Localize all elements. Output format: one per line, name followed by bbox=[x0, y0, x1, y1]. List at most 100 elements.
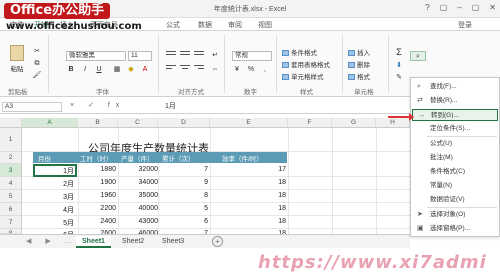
insert-cells-button[interactable]: 插入 bbox=[348, 47, 370, 57]
paste-button[interactable]: 粘贴 bbox=[6, 45, 28, 73]
menu-item-goto-special[interactable]: 定位条件(S)... bbox=[412, 123, 498, 135]
table-cell[interactable]: 3月 bbox=[40, 192, 74, 202]
menu-item-goto[interactable]: → 转到(G)... bbox=[412, 109, 498, 121]
align-right-icon[interactable] bbox=[194, 65, 204, 73]
table-cell[interactable]: 2200 bbox=[82, 205, 116, 212]
row-header[interactable]: 3 bbox=[0, 164, 22, 177]
table-cell[interactable]: 9 bbox=[170, 179, 208, 186]
table-cell[interactable]: 1880 bbox=[82, 166, 116, 173]
sheet-tab[interactable]: Sheet1 bbox=[76, 236, 111, 248]
table-cell[interactable]: 2月 bbox=[40, 179, 74, 189]
table-cell[interactable]: 1900 bbox=[82, 179, 116, 186]
tab-data[interactable]: 数据 bbox=[198, 20, 212, 30]
table-cell[interactable]: 43000 bbox=[120, 218, 158, 225]
row-header[interactable]: 5 bbox=[0, 190, 22, 203]
align-top-icon[interactable] bbox=[166, 51, 176, 59]
italic-button[interactable]: I bbox=[80, 65, 90, 75]
conditional-format-button[interactable]: 条件格式 bbox=[282, 47, 317, 57]
column-header[interactable]: B bbox=[78, 118, 118, 128]
column-header[interactable]: D bbox=[158, 118, 210, 128]
format-cells-button[interactable]: 格式 bbox=[348, 71, 370, 81]
table-cell[interactable]: 35000 bbox=[120, 192, 158, 199]
table-header-cell[interactable]: 效率（件/时） bbox=[222, 153, 263, 163]
table-cell[interactable]: 18 bbox=[240, 218, 286, 225]
close-icon[interactable]: ✕ bbox=[489, 3, 496, 12]
table-cell[interactable]: 18 bbox=[240, 205, 286, 212]
formula-input[interactable]: 1月 bbox=[165, 101, 176, 111]
menu-item-conditional-format[interactable]: 条件格式(C) bbox=[412, 166, 498, 178]
menu-item-comments[interactable]: 批注(M) bbox=[412, 152, 498, 164]
comma-icon[interactable]: , bbox=[260, 65, 270, 75]
sheet-nav-arrows[interactable]: ◀ ▶ … bbox=[26, 237, 78, 245]
font-name-select[interactable]: 微软雅黑 bbox=[66, 51, 126, 61]
column-header[interactable]: C bbox=[118, 118, 158, 128]
menu-item-find[interactable]: ⌕ 查找(F)... bbox=[412, 81, 498, 93]
format-painter-icon[interactable]: 🖌 bbox=[32, 71, 42, 81]
tab-formulas[interactable]: 公式 bbox=[166, 20, 180, 30]
table-cell[interactable]: 4月 bbox=[40, 205, 74, 215]
delete-cells-button[interactable]: 删除 bbox=[348, 59, 370, 69]
table-cell[interactable]: 2400 bbox=[82, 218, 116, 225]
row-header[interactable]: 6 bbox=[0, 203, 22, 216]
font-size-select[interactable]: 11 bbox=[128, 51, 152, 61]
find-select-button[interactable]: ⌕ bbox=[410, 51, 426, 61]
tab-view[interactable]: 视图 bbox=[258, 20, 272, 30]
border-icon[interactable]: ▦ bbox=[112, 65, 122, 75]
menu-item-formulas[interactable]: 公式(U) bbox=[412, 138, 498, 150]
wrap-text-icon[interactable]: ↵ bbox=[210, 51, 220, 61]
table-cell[interactable]: 5 bbox=[170, 205, 208, 212]
table-cell[interactable]: 5月 bbox=[40, 218, 74, 228]
sheet-tab[interactable]: Sheet2 bbox=[116, 236, 150, 248]
merge-cells-icon[interactable]: ⇔ bbox=[210, 65, 220, 75]
currency-icon[interactable]: ¥ bbox=[232, 65, 242, 75]
table-cell[interactable]: 18 bbox=[240, 192, 286, 199]
help-icon[interactable]: ? bbox=[425, 3, 429, 12]
tab-review[interactable]: 审阅 bbox=[228, 20, 242, 30]
table-header-cell[interactable]: 工时（时） bbox=[80, 153, 113, 163]
menu-item-select-objects[interactable]: ➤ 选择对象(O) bbox=[412, 209, 498, 221]
menu-item-constants[interactable]: 常量(N) bbox=[412, 180, 498, 192]
fill-color-icon[interactable]: ◆ bbox=[126, 65, 136, 75]
table-cell[interactable]: 17 bbox=[240, 166, 286, 173]
align-bottom-icon[interactable] bbox=[194, 51, 204, 59]
table-header-cell[interactable]: 月份 bbox=[38, 153, 51, 163]
table-cell[interactable]: 32000 bbox=[120, 166, 158, 173]
add-sheet-button[interactable]: + bbox=[212, 236, 223, 247]
row-header[interactable]: 7 bbox=[0, 216, 22, 229]
copy-icon[interactable]: ⧉ bbox=[32, 59, 42, 69]
table-cell[interactable]: 8 bbox=[170, 192, 208, 199]
table-cell[interactable]: 6 bbox=[170, 218, 208, 225]
bold-button[interactable]: B bbox=[66, 65, 76, 75]
select-all-corner[interactable] bbox=[0, 118, 22, 128]
table-cell[interactable]: 1960 bbox=[82, 192, 116, 199]
ribbon-display-icon[interactable]: ▢ bbox=[440, 3, 448, 12]
table-cell[interactable]: 7 bbox=[170, 166, 208, 173]
autosum-icon[interactable]: Σ bbox=[394, 47, 404, 57]
cell-styles-button[interactable]: 单元格样式 bbox=[282, 71, 324, 81]
menu-item-data-validation[interactable]: 数据验证(V) bbox=[412, 194, 498, 206]
name-box[interactable]: A3 bbox=[2, 102, 62, 112]
table-header-cell[interactable]: 产量（件） bbox=[121, 153, 154, 163]
percent-icon[interactable]: % bbox=[246, 65, 256, 75]
table-cell[interactable]: 40000 bbox=[120, 205, 158, 212]
row-header[interactable]: 1 bbox=[0, 128, 22, 152]
table-cell[interactable]: 18 bbox=[240, 179, 286, 186]
format-as-table-button[interactable]: 套用表格格式 bbox=[282, 59, 330, 69]
column-header[interactable]: E bbox=[210, 118, 288, 128]
fill-down-icon[interactable]: ⬇ bbox=[394, 61, 404, 71]
align-center-icon[interactable] bbox=[180, 65, 190, 73]
menu-item-selection-pane[interactable]: ▣ 选择窗格(P)... bbox=[412, 223, 498, 235]
cut-icon[interactable]: ✂ bbox=[32, 47, 42, 57]
underline-button[interactable]: U bbox=[94, 65, 104, 75]
table-cell[interactable]: 34000 bbox=[120, 179, 158, 186]
login-link[interactable]: 登录 bbox=[458, 20, 472, 30]
column-header[interactable]: F bbox=[288, 118, 332, 128]
table-cell[interactable]: 1月 bbox=[40, 166, 74, 176]
number-format-select[interactable]: 常规 bbox=[232, 51, 272, 61]
maximize-icon[interactable]: ▢ bbox=[472, 3, 480, 12]
clear-icon[interactable]: ✎ bbox=[394, 73, 404, 83]
column-header[interactable]: H bbox=[376, 118, 410, 128]
column-header[interactable]: A bbox=[22, 118, 78, 128]
align-left-icon[interactable] bbox=[166, 65, 176, 73]
font-color-icon[interactable]: A bbox=[140, 65, 150, 75]
